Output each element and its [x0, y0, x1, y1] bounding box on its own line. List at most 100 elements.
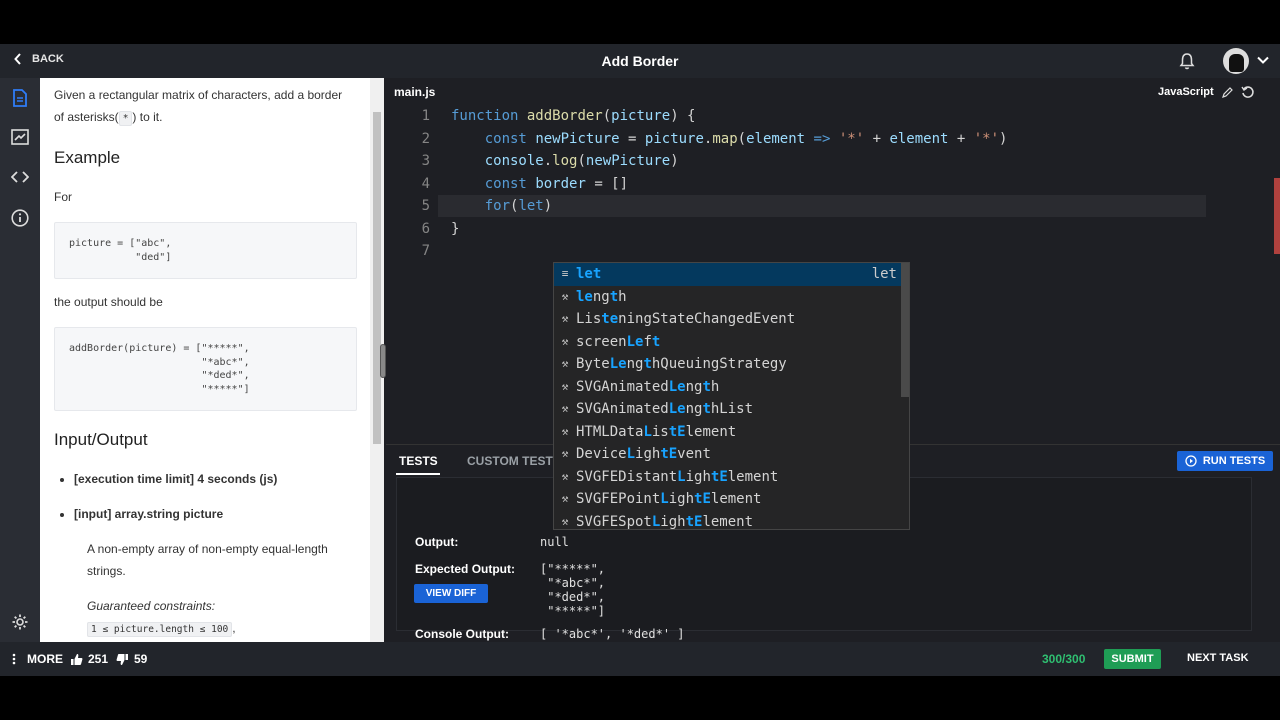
autocomplete-item[interactable]: ≡ let let	[554, 263, 903, 286]
output-value: null	[540, 535, 569, 549]
wrench-icon: ⚒	[561, 312, 569, 325]
intro-text-2: of asterisks(*) to it.	[54, 110, 163, 126]
code-line-4[interactable]: const border = []	[451, 173, 628, 196]
test-score: 300/300	[1042, 652, 1086, 666]
exec-limit-item: [execution time limit] 4 seconds (js)	[74, 468, 354, 490]
chart-icon	[11, 129, 29, 145]
app-frame: BACK Add Border Given a rectangular matr…	[0, 44, 1280, 676]
top-bar: BACK Add Border	[0, 44, 1280, 78]
autocomplete-item[interactable]: ⚒ SVGAnimatedLengthList	[554, 398, 903, 421]
autocomplete-item[interactable]: ⚒ SVGAnimatedLength	[554, 376, 903, 399]
page-title: Add Border	[601, 53, 679, 69]
info-icon	[11, 209, 29, 227]
autocomplete-item[interactable]: ⚒ screenLeft	[554, 331, 903, 354]
line-number: 1	[421, 108, 430, 124]
autocomplete-item[interactable]: ⚒ ListeningStateChangedEvent	[554, 308, 903, 331]
autocomplete-label: DeviceLightEvent	[576, 446, 711, 462]
autocomplete-label: SVGAnimatedLengthList	[576, 401, 754, 417]
constraints-label: Guaranteed constraints:	[87, 599, 216, 613]
rail-item-solutions[interactable]	[0, 119, 40, 155]
autocomplete-item[interactable]: ⚒ HTMLDataListElement	[554, 421, 903, 444]
language-selector[interactable]: JavaScript	[1158, 85, 1255, 99]
line-number: 3	[421, 153, 430, 169]
keyword-icon: ≡	[561, 267, 569, 280]
description-panel: Given a rectangular matrix of characters…	[40, 78, 370, 642]
line-number: 5	[421, 198, 430, 214]
file-tab[interactable]: main.js	[394, 85, 435, 99]
icon-rail	[0, 78, 40, 642]
reset-icon[interactable]	[1241, 85, 1255, 99]
wrench-icon: ⚒	[561, 402, 569, 415]
autocomplete-label: HTMLDataListElement	[576, 423, 737, 440]
autocomplete-item[interactable]: ⚒ DeviceLightEvent	[554, 443, 903, 466]
autocomplete-label: SVGFESpotLightElement	[576, 513, 754, 530]
bottom-bar: MORE 251 59 300/300 SUBMIT NEXT TASK	[0, 642, 1280, 676]
thumbs-up-icon	[71, 653, 83, 665]
wrench-icon: ⚒	[561, 492, 569, 505]
code-line-6[interactable]: }	[451, 218, 459, 241]
run-tests-label[interactable]: RUN TESTS	[1203, 455, 1265, 467]
scrollbar-marker	[1274, 178, 1280, 254]
dislike-count: 59	[134, 652, 148, 666]
output-label: Output:	[415, 535, 459, 549]
autocomplete-label: ByteLengthQueuingStrategy	[576, 356, 787, 372]
rail-item-code[interactable]	[0, 159, 40, 195]
wrench-icon: ⚒	[561, 447, 569, 460]
avatar[interactable]	[1223, 48, 1249, 74]
input-desc-2: strings.	[87, 564, 126, 578]
line-number: 7	[421, 243, 430, 259]
submit-button[interactable]: SUBMIT	[1104, 649, 1161, 669]
rail-item-settings[interactable]	[0, 604, 40, 640]
rail-item-description[interactable]	[0, 80, 40, 116]
gear-icon	[12, 614, 28, 630]
pencil-icon[interactable]	[1221, 86, 1233, 98]
bell-icon[interactable]	[1178, 52, 1196, 70]
code-line-2[interactable]: const newPicture = picture.map(element =…	[451, 128, 1008, 151]
asterisk-code: *	[118, 111, 133, 126]
input-desc-1: A non-empty array of non-empty equal-len…	[87, 542, 328, 556]
wrench-icon: ⚒	[561, 357, 569, 370]
more-label[interactable]: MORE	[27, 652, 63, 666]
line-number: 6	[421, 220, 430, 237]
kebab-icon	[12, 653, 16, 665]
active-tab-indicator	[396, 473, 440, 475]
autocomplete-item[interactable]: ⚒ SVGFESpotLightElement	[554, 511, 903, 530]
autocomplete-popup[interactable]: ≡ let let ⚒ length ⚒ ListeningStateChangedEven…	[553, 262, 910, 530]
play-icon	[1185, 455, 1197, 467]
wrench-icon: ⚒	[561, 424, 569, 438]
rail-item-info[interactable]	[0, 200, 40, 236]
wrench-icon: ⚒	[561, 469, 569, 483]
editor-scrollbar[interactable]	[1268, 105, 1280, 444]
scroll-thumb[interactable]	[373, 112, 381, 444]
expected-value: ["*****", "*abc*", "*ded*", "*****"]	[540, 562, 606, 618]
code-line-5[interactable]: for(let)	[451, 195, 552, 218]
console-value: [ '*abc*', '*ded*' ]	[540, 627, 685, 641]
wrench-icon: ⚒	[561, 514, 569, 528]
autocomplete-detail: let	[871, 266, 897, 282]
document-icon	[13, 89, 27, 107]
run-tests-button[interactable]: RUN TESTS	[1177, 451, 1273, 471]
autocomplete-item[interactable]: ⚒ length	[554, 286, 903, 309]
more-button[interactable]: MORE	[12, 652, 63, 666]
tab-tests[interactable]: TESTS	[399, 454, 438, 468]
like-button[interactable]: 251	[70, 652, 108, 666]
chevron-down-icon[interactable]	[1256, 53, 1270, 67]
code-line-3[interactable]: console.log(newPicture)	[451, 150, 679, 173]
code-line-1[interactable]: function addBorder(picture) {	[451, 105, 695, 128]
like-count: 251	[88, 652, 109, 666]
language-label[interactable]: JavaScript	[1158, 86, 1214, 98]
tab-custom-tests[interactable]: CUSTOM TESTS	[467, 454, 561, 468]
dislike-button[interactable]: 59	[116, 652, 147, 666]
code-icon	[11, 171, 29, 183]
line-number: 4	[421, 175, 430, 192]
view-diff-button[interactable]: VIEW DIFF	[414, 584, 488, 603]
autocomplete-item[interactable]: ⚒ SVGFEPointLightElement	[554, 488, 903, 511]
autocomplete-item[interactable]: ⚒ ByteLengthQueuingStrategy	[554, 353, 903, 376]
console-label: Console Output:	[415, 627, 509, 641]
autocomplete-item[interactable]: ⚒ SVGFEDistantLightElement	[554, 466, 903, 489]
input-item: [input] array.string picture	[74, 503, 354, 525]
example-input-code: picture = ["abc", "ded"]	[54, 222, 357, 279]
next-task-button[interactable]: NEXT TASK	[1187, 652, 1249, 664]
autocomplete-label: ListeningStateChangedEvent	[576, 311, 796, 327]
autocomplete-scrollbar[interactable]	[901, 263, 909, 397]
